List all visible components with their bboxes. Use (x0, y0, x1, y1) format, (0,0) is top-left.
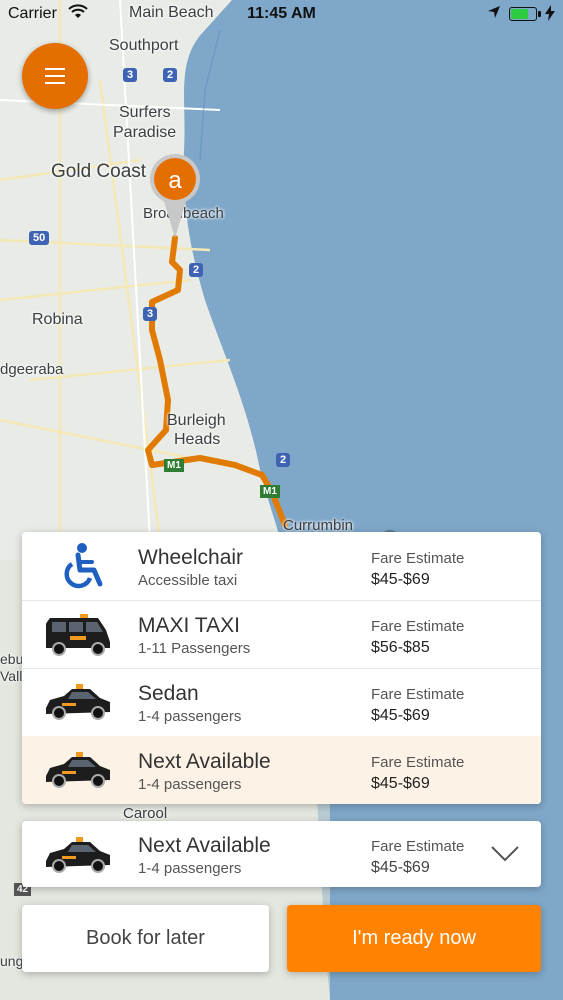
vehicle-description: 1-4 passengers (138, 708, 242, 725)
route-shield: 2 (276, 453, 291, 467)
map-label-edge-1: ebu (0, 651, 24, 667)
vehicle-name: MAXI TAXI (138, 614, 240, 637)
pin-letter: a (168, 167, 182, 194)
vehicle-list: Wheelchair Accessible taxi Fare Estimate… (22, 532, 541, 804)
pickup-pin-icon[interactable]: a (149, 154, 201, 238)
sedan-icon (46, 837, 110, 873)
location-arrow-icon (488, 6, 500, 18)
fare-estimate-label: Fare Estimate (371, 838, 465, 855)
selected-vehicle-dropdown[interactable]: Next Available 1-4 passengers Fare Estim… (22, 821, 541, 887)
map-label-burleigh-1: Burleigh (167, 412, 226, 429)
fare-estimate-value: $45-$69 (371, 571, 430, 588)
chevron-down-icon[interactable] (490, 845, 520, 863)
map-label-gold-coast: Gold Coast (51, 161, 147, 182)
vehicle-name: Next Available (138, 750, 271, 773)
vehicle-name: Wheelchair (138, 546, 244, 569)
ready-now-button[interactable]: I'm ready now (287, 905, 541, 972)
menu-button[interactable] (22, 43, 88, 109)
fare-estimate-value: $45-$69 (371, 859, 430, 876)
map-label-surfers-paradise-2: Paradise (113, 124, 177, 141)
map-label-mudgeeraba: dgeeraba (0, 361, 64, 378)
motorway-shield: M1 (164, 459, 184, 472)
route-shield: 50 (29, 231, 50, 245)
sedan-icon (46, 752, 110, 788)
charging-bolt-icon (545, 5, 555, 21)
clock: 11:45 AM (247, 5, 316, 22)
route-shield: 2 (189, 263, 204, 277)
vehicle-description: 1-11 Passengers (138, 640, 251, 657)
route-shield: 3 (143, 307, 158, 321)
fare-estimate-label: Fare Estimate (371, 686, 465, 703)
selected-vehicle-name: Next Available (138, 834, 271, 857)
sedan-icon (46, 684, 110, 720)
vehicle-name: Sedan (138, 682, 199, 705)
map-label-southport: Southport (109, 37, 179, 54)
map-label-surfers-paradise-1: Surfers (119, 104, 171, 121)
route-shield: 3 (123, 68, 138, 82)
fare-estimate-label: Fare Estimate (371, 754, 465, 771)
vehicle-option-wheelchair[interactable]: Wheelchair Accessible taxi Fare Estimate… (22, 532, 541, 601)
fare-estimate-value: $56-$85 (371, 639, 430, 656)
battery-icon (509, 7, 541, 21)
vehicle-description: 1-4 passengers (138, 776, 242, 793)
fare-estimate-value: $45-$69 (371, 775, 430, 792)
map-label-edge-3: ung (0, 953, 24, 969)
maxi-taxi-icon (46, 614, 110, 656)
fare-estimate-label: Fare Estimate (371, 550, 465, 567)
selected-vehicle-description: 1-4 passengers (138, 860, 242, 877)
vehicle-option-sedan[interactable]: Sedan 1-4 passengers Fare Estimate $45-$… (22, 668, 541, 737)
book-for-later-button[interactable]: Book for later (22, 905, 269, 972)
menu-icon (45, 68, 65, 70)
motorway-shield: M1 (260, 485, 280, 498)
vehicle-option-next-available[interactable]: Next Available 1-4 passengers Fare Estim… (22, 736, 541, 804)
vehicle-option-maxi-taxi[interactable]: MAXI TAXI 1-11 Passengers Fare Estimate … (22, 600, 541, 669)
fare-estimate-value: $45-$69 (371, 707, 430, 724)
vehicle-description: Accessible taxi (138, 572, 238, 589)
map-label-robina: Robina (32, 311, 83, 328)
fare-estimate-label: Fare Estimate (371, 618, 465, 635)
route-shield: 2 (163, 68, 178, 82)
map-label-carool: Carool (123, 805, 168, 822)
status-bar: Carrier 11:45 AM (0, 0, 563, 30)
map-label-burleigh-2: Heads (174, 431, 221, 448)
wheelchair-icon (64, 543, 103, 589)
